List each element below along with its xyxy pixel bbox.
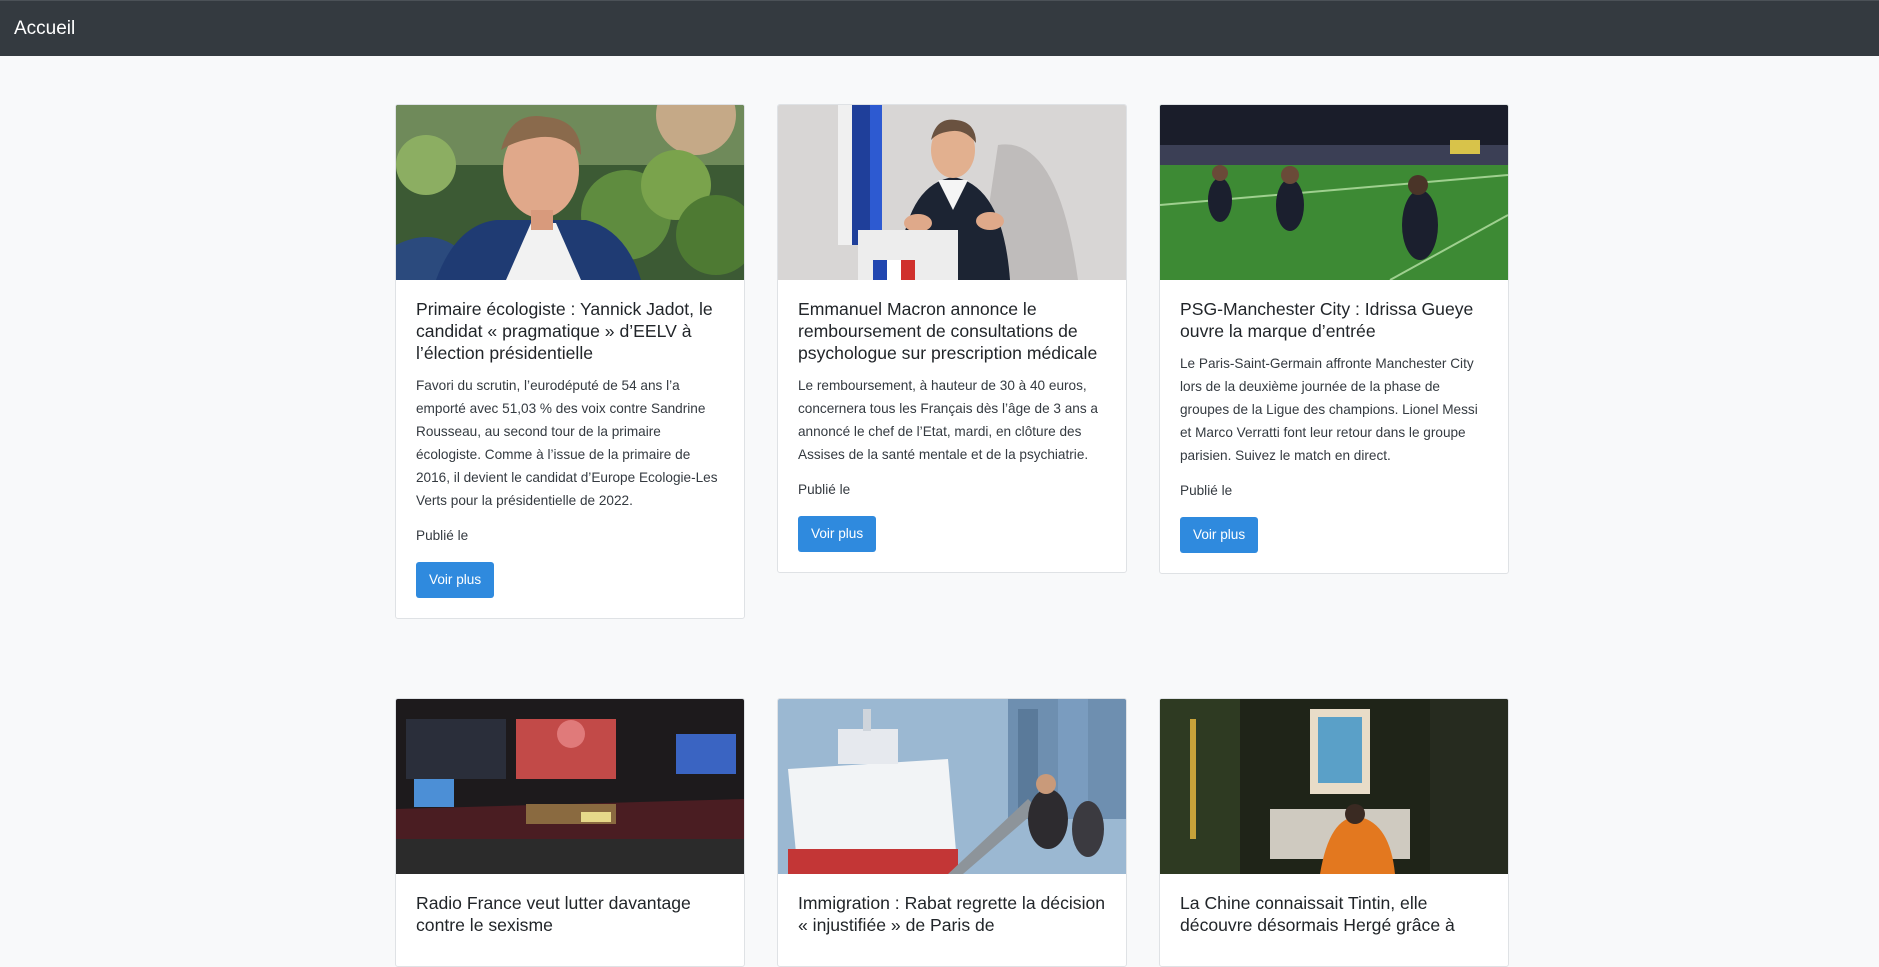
navbar: Accueil	[0, 0, 1879, 56]
read-more-button[interactable]: Voir plus	[416, 562, 495, 598]
card-body: La Chine connaissait Tintin, elle découv…	[1160, 874, 1508, 966]
card-body: Radio France veut lutter davantage contr…	[396, 874, 744, 966]
card-body: PSG-Manchester City : Idrissa Gueye ouvr…	[1160, 280, 1508, 573]
card-body: Primaire écologiste : Yannick Jadot, le …	[396, 280, 744, 618]
article-image-football	[1160, 105, 1508, 280]
article-card: Emmanuel Macron annonce le remboursement…	[777, 104, 1127, 573]
article-card: Radio France veut lutter davantage contr…	[395, 698, 745, 967]
article-title[interactable]: PSG-Manchester City : Idrissa Gueye ouvr…	[1180, 298, 1488, 342]
article-image-street-poster	[1160, 699, 1508, 874]
card-body: Emmanuel Macron annonce le remboursement…	[778, 280, 1126, 572]
article-card: PSG-Manchester City : Idrissa Gueye ouvr…	[1159, 104, 1509, 574]
article-summary: Le remboursement, à hauteur de 30 à 40 e…	[798, 378, 1098, 462]
read-more-button[interactable]: Voir plus	[798, 516, 877, 552]
article-image-politician	[396, 105, 744, 280]
article-title[interactable]: Emmanuel Macron annonce le remboursement…	[798, 298, 1106, 364]
article-title[interactable]: Immigration : Rabat regrette la décision…	[798, 892, 1106, 936]
article-card: Primaire écologiste : Yannick Jadot, le …	[395, 104, 745, 619]
card-body: Immigration : Rabat regrette la décision…	[778, 874, 1126, 966]
article-title[interactable]: La Chine connaissait Tintin, elle découv…	[1180, 892, 1488, 936]
article-card: Immigration : Rabat regrette la décision…	[777, 698, 1127, 967]
article-image-radio-studio	[396, 699, 744, 874]
article-row: Radio France veut lutter davantage contr…	[395, 698, 1509, 967]
article-image-president	[778, 105, 1126, 280]
article-row: Primaire écologiste : Yannick Jadot, le …	[395, 104, 1509, 619]
article-summary: Le Paris-Saint-Germain affronte Manchest…	[1180, 356, 1478, 463]
article-summary: Favori du scrutin, l’eurodéputé de 54 an…	[416, 378, 718, 508]
read-more-button[interactable]: Voir plus	[1180, 517, 1259, 553]
article-title[interactable]: Primaire écologiste : Yannick Jadot, le …	[416, 298, 724, 364]
published-label: Publié le	[416, 528, 469, 543]
navbar-brand-home-link[interactable]: Accueil	[14, 18, 75, 40]
article-title[interactable]: Radio France veut lutter davantage contr…	[416, 892, 724, 936]
article-card: La Chine connaissait Tintin, elle découv…	[1159, 698, 1509, 967]
published-label: Publié le	[798, 482, 851, 497]
published-label: Publié le	[1180, 483, 1233, 498]
article-image-ferry	[778, 699, 1126, 874]
